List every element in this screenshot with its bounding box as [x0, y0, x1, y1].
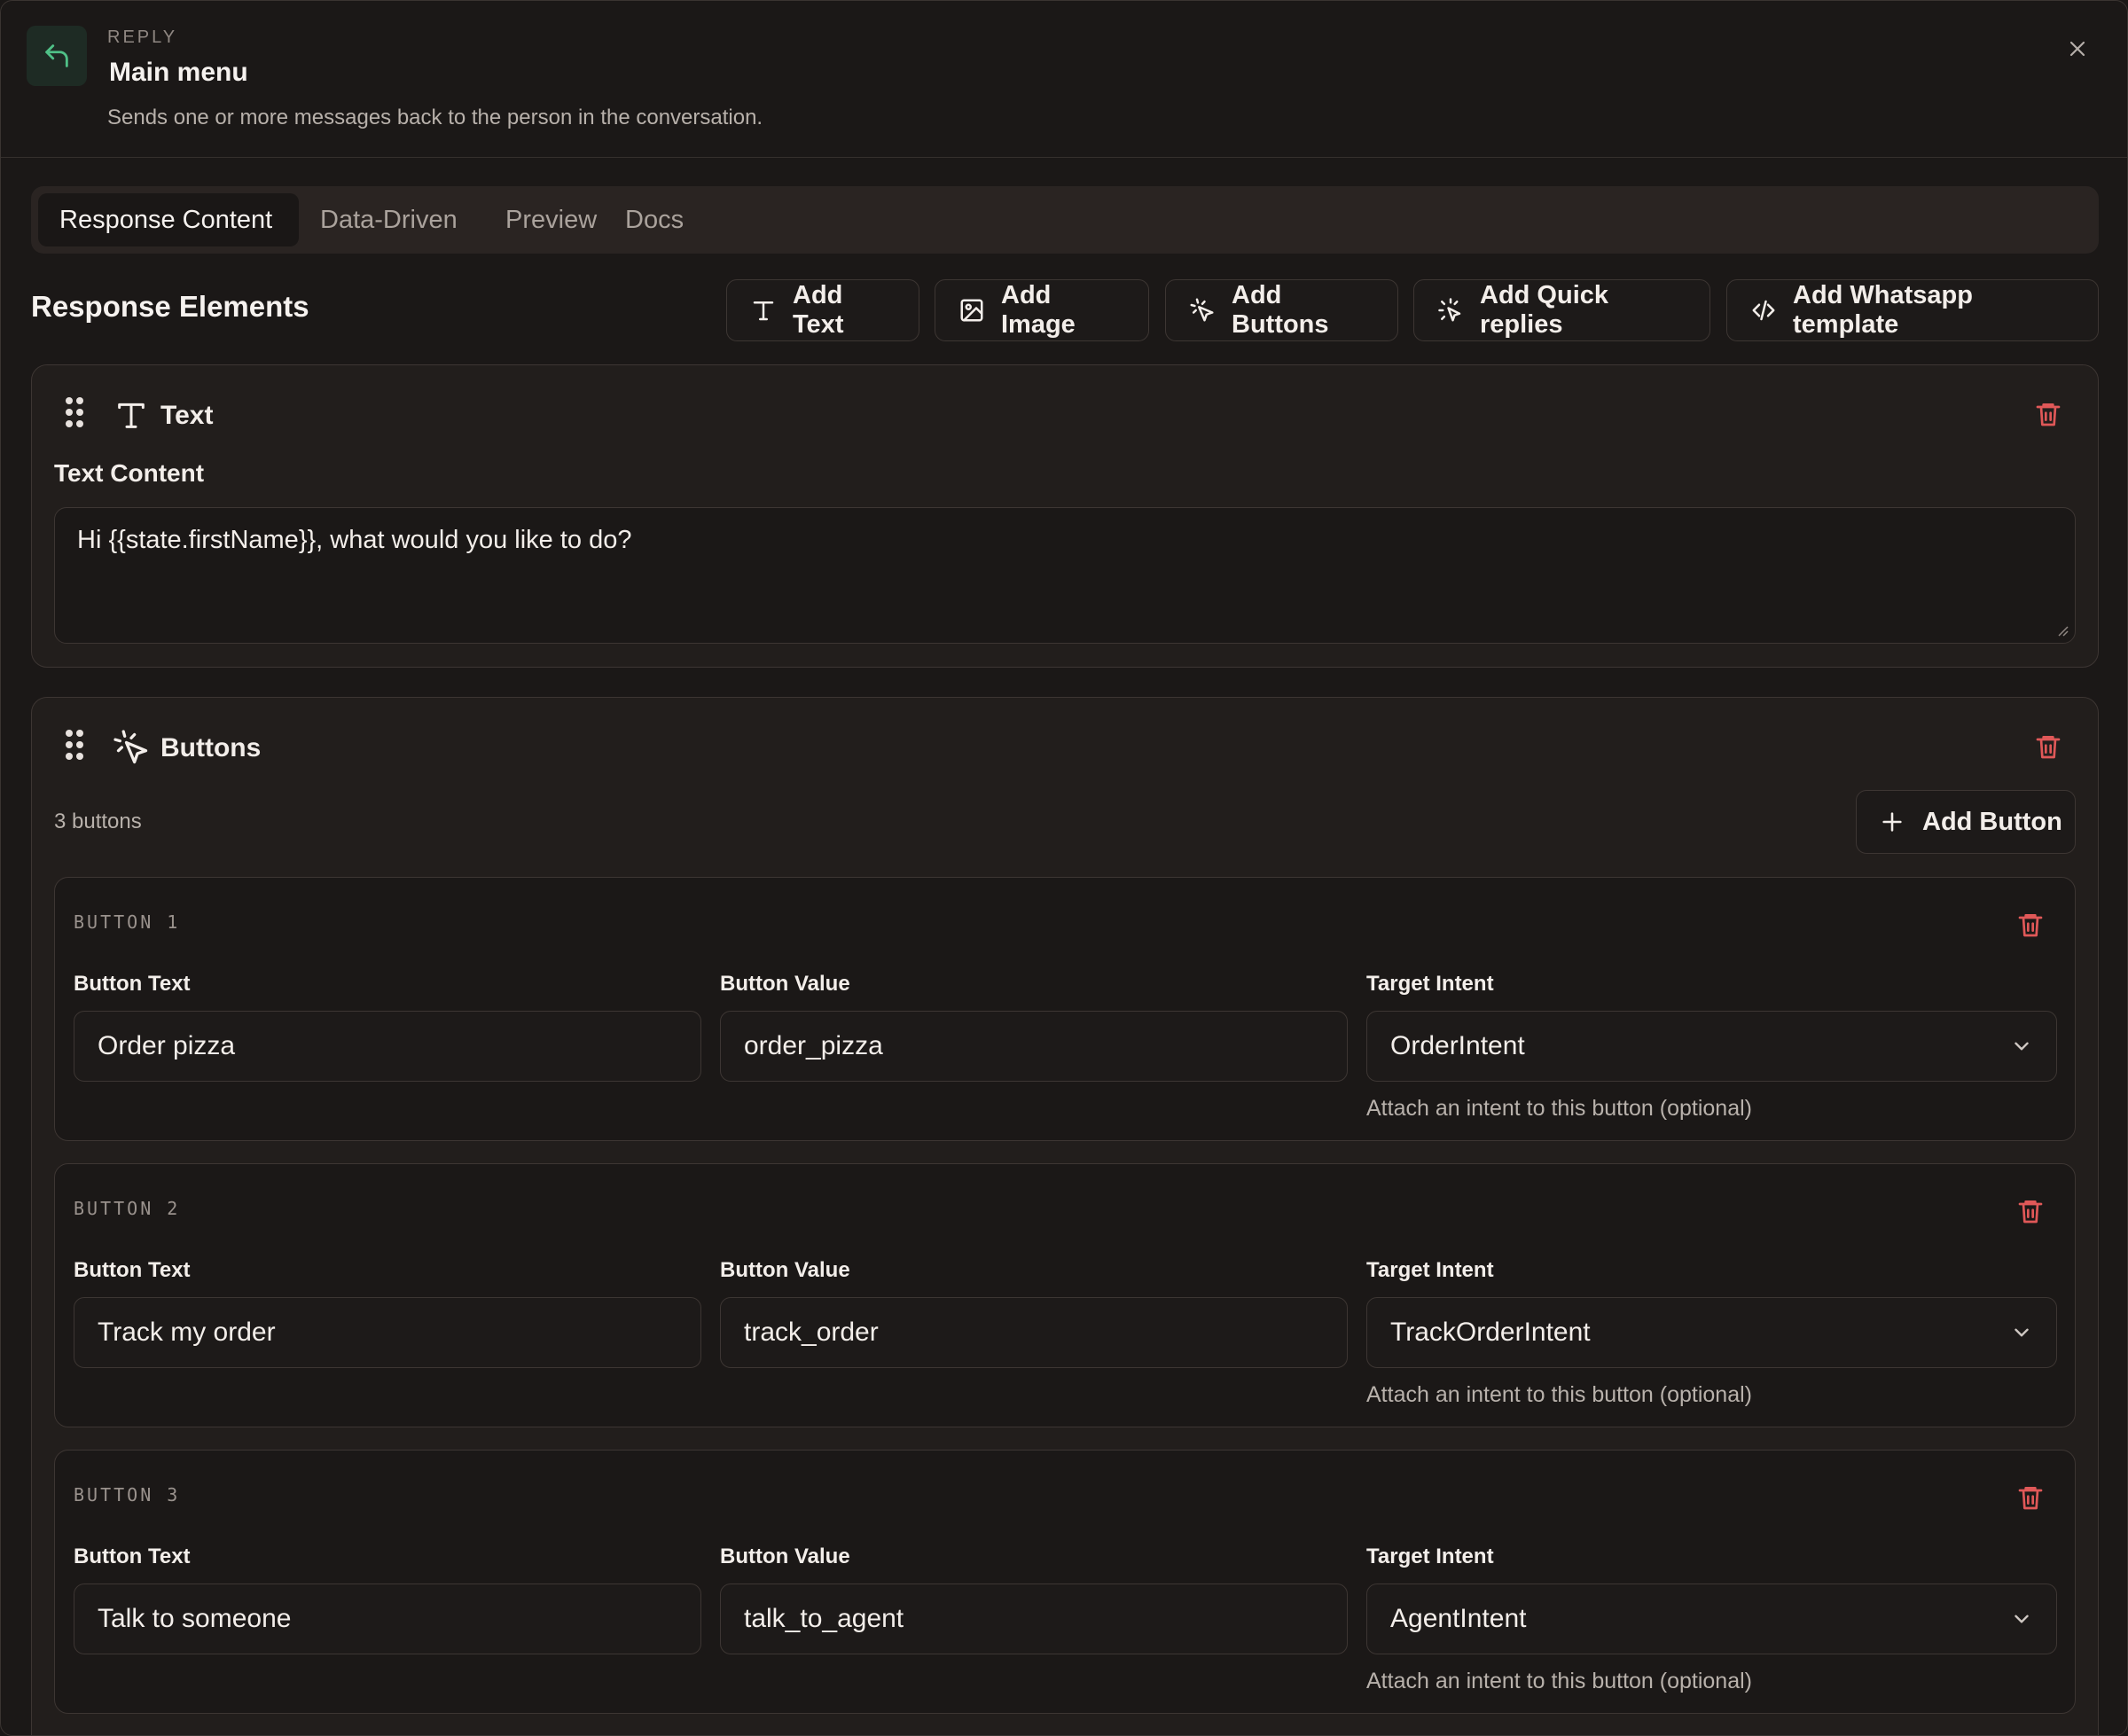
target-intent-select[interactable]: OrderIntent — [1366, 1011, 2057, 1082]
buttons-count: 3 buttons — [54, 809, 142, 833]
section-title: Response Elements — [31, 290, 309, 323]
button-text-input[interactable]: Order pizza — [74, 1011, 701, 1082]
button-text-input[interactable]: Talk to someone — [74, 1584, 701, 1654]
target-intent-label: Target Intent — [1366, 1544, 1494, 1568]
button-text-label: Button Text — [74, 972, 191, 996]
add-button-label: Add Button — [1922, 807, 2062, 836]
button-value-input[interactable]: order_pizza — [720, 1011, 1348, 1082]
button-text-label: Button Text — [74, 1544, 191, 1568]
target-intent-select[interactable]: AgentIntent — [1366, 1584, 2057, 1654]
chevron-down-icon — [2015, 1042, 2029, 1051]
intent-hint: Attach an intent to this button (optiona… — [1366, 1669, 1752, 1693]
button-value-input[interactable]: track_order — [720, 1297, 1348, 1368]
pointer-click-icon — [113, 730, 148, 764]
button-item-kicker: BUTTON 2 — [74, 1198, 181, 1219]
add-image-label: Add Image — [1001, 281, 1076, 339]
button-value-label: Button Value — [720, 1258, 850, 1282]
node-title: Main menu — [109, 58, 248, 87]
sparkle-click-icon — [1438, 298, 1461, 322]
trash-icon[interactable] — [2034, 399, 2062, 429]
drag-handle-icon[interactable] — [66, 397, 83, 433]
pointer-click-icon — [1190, 298, 1214, 322]
tab-docs[interactable]: Docs — [604, 193, 705, 246]
reply-node-editor: REPLY Main menu Sends one or more messag… — [0, 0, 2128, 1736]
intent-hint: Attach an intent to this button (optiona… — [1366, 1382, 1752, 1407]
add-text-button[interactable]: Add Text — [726, 279, 919, 341]
trash-icon[interactable] — [2016, 910, 2045, 940]
text-content-label: Text Content — [54, 459, 205, 487]
button-text-input[interactable]: Track my order — [74, 1297, 701, 1368]
chevron-down-icon — [2015, 1615, 2029, 1623]
target-intent-select[interactable]: TrackOrderIntent — [1366, 1297, 2057, 1368]
target-intent-value: OrderIntent — [1390, 1031, 1525, 1060]
tab-bar: Response Content Data-Driven Preview Doc… — [31, 186, 2099, 254]
node-description: Sends one or more messages back to the p… — [107, 106, 763, 129]
drag-handle-icon[interactable] — [66, 730, 83, 765]
add-quick-replies-label: Add Quick replies — [1480, 281, 1609, 339]
resize-grip-icon[interactable] — [2056, 624, 2069, 637]
button-item-kicker: BUTTON 1 — [74, 911, 181, 933]
button-item-kicker: BUTTON 3 — [74, 1484, 181, 1505]
add-buttons-label: Add Buttons — [1232, 281, 1329, 339]
target-intent-label: Target Intent — [1366, 1258, 1494, 1282]
image-icon — [960, 299, 983, 322]
tab-data-driven[interactable]: Data-Driven — [299, 193, 479, 246]
text-icon — [753, 301, 774, 321]
add-quick-replies-button[interactable]: Add Quick replies — [1413, 279, 1710, 341]
add-buttons-button[interactable]: Add Buttons — [1165, 279, 1398, 341]
add-button-button[interactable]: Add Button — [1856, 790, 2076, 854]
add-whatsapp-template-button[interactable]: Add Whatsapp template — [1726, 279, 2099, 341]
button-value-label: Button Value — [720, 972, 850, 996]
add-whatsapp-template-label: Add Whatsapp template — [1793, 281, 1973, 339]
button-value-label: Button Value — [720, 1544, 850, 1568]
trash-icon[interactable] — [2016, 1482, 2045, 1513]
button-text-label: Button Text — [74, 1258, 191, 1282]
add-text-label: Add Text — [793, 281, 844, 339]
tab-preview[interactable]: Preview — [484, 193, 618, 246]
chevron-down-icon — [2015, 1328, 2029, 1337]
tab-response-content[interactable]: Response Content — [38, 193, 299, 246]
target-intent-value: AgentIntent — [1390, 1604, 1527, 1633]
buttons-element-card: Buttons 3 buttons Add Button BUTTON 1 Bu… — [31, 697, 2099, 1735]
code-icon — [1752, 300, 1775, 321]
reply-icon — [27, 26, 87, 86]
text-icon — [118, 403, 145, 428]
plus-icon — [1882, 812, 1902, 832]
trash-icon[interactable] — [2016, 1196, 2045, 1226]
intent-hint: Attach an intent to this button (optiona… — [1366, 1096, 1752, 1121]
button-value-input[interactable]: talk_to_agent — [720, 1584, 1348, 1654]
button-item: BUTTON 1 Button Text Button Value Target… — [54, 877, 2076, 1141]
target-intent-value: TrackOrderIntent — [1390, 1318, 1591, 1347]
node-type-label: REPLY — [107, 27, 178, 47]
trash-icon[interactable] — [2034, 731, 2062, 762]
text-content-textarea[interactable]: Hi {{state.firstName}}, what would you l… — [54, 507, 2076, 644]
close-icon[interactable] — [2062, 33, 2093, 65]
text-element-card: Text Text Content Hi {{state.firstName}}… — [31, 364, 2099, 668]
editor-header: REPLY Main menu Sends one or more messag… — [1, 1, 2127, 158]
target-intent-label: Target Intent — [1366, 972, 1494, 996]
element-title: Text — [160, 401, 214, 430]
button-item: BUTTON 3 Button Text Button Value Target… — [54, 1450, 2076, 1714]
button-item: BUTTON 2 Button Text Button Value Target… — [54, 1163, 2076, 1427]
element-title: Buttons — [160, 733, 262, 762]
add-image-button[interactable]: Add Image — [935, 279, 1149, 341]
